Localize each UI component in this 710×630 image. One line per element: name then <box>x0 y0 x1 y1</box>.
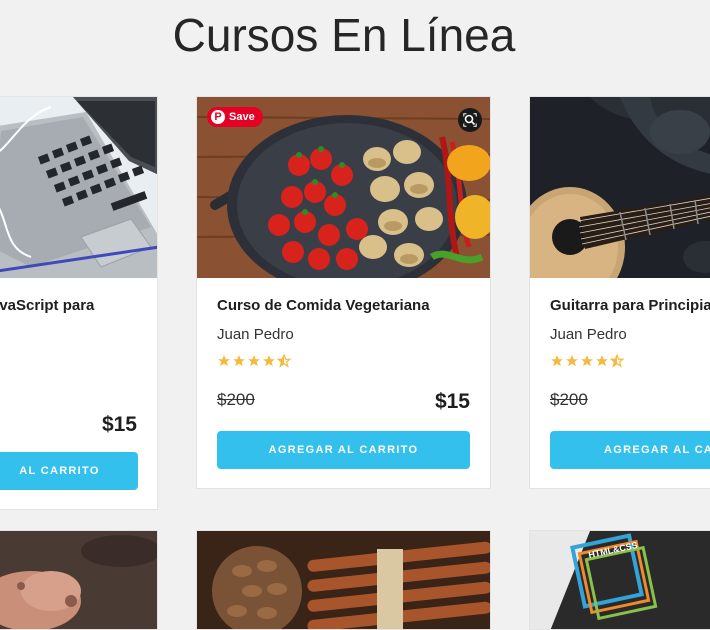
course-card-row2-left[interactable] <box>0 530 158 630</box>
course-card-row2-right[interactable]: HTML&CSS <box>529 530 710 630</box>
course-title[interactable]: Guitarra para Principian <box>550 297 710 314</box>
course-image-hands[interactable] <box>0 531 157 629</box>
page-title: Cursos En Línea <box>172 9 516 61</box>
course-image-laptop[interactable] <box>0 97 157 278</box>
add-to-cart-button[interactable]: AGREGAR AL CARRITO <box>217 431 470 469</box>
rating-stars <box>550 354 624 368</box>
pinterest-save-button[interactable]: P Save <box>207 107 263 127</box>
course-title[interactable]: avaScript para <box>0 297 94 314</box>
pinterest-save-label: Save <box>229 111 255 123</box>
star-icon <box>581 355 593 367</box>
add-to-cart-button[interactable]: AL CARRITO <box>0 452 138 490</box>
course-card-row2-center[interactable] <box>196 530 491 630</box>
course-image-guitar[interactable] <box>530 97 710 278</box>
course-price: $15 <box>101 413 137 436</box>
star-icon <box>263 355 275 367</box>
add-to-cart-button[interactable]: AGREGAR AL CA <box>550 431 710 469</box>
star-half-icon <box>610 354 624 368</box>
visual-search-icon[interactable] <box>458 108 482 132</box>
course-old-price: $200 <box>550 390 588 409</box>
course-card-javascript[interactable]: avaScript para $15 AL CARRITO <box>0 96 158 510</box>
course-image-html-css-book[interactable]: HTML&CSS <box>530 531 710 629</box>
star-icon <box>233 355 245 367</box>
course-image-spices[interactable] <box>197 531 490 629</box>
course-image-vegetables[interactable]: P Save <box>197 97 490 278</box>
pinterest-icon: P <box>211 110 225 124</box>
star-icon <box>551 355 563 367</box>
star-half-icon <box>277 354 291 368</box>
course-author: Juan Pedro <box>550 326 627 343</box>
course-card-guitar[interactable]: Guitarra para Principian Juan Pedro $200… <box>529 96 710 489</box>
star-icon <box>596 355 608 367</box>
course-author: Juan Pedro <box>217 326 294 343</box>
course-card-vegetarian[interactable]: P Save Curso de Comida Vegetariana Juan … <box>196 96 491 489</box>
course-old-price: $200 <box>217 390 255 409</box>
rating-stars <box>217 354 291 368</box>
course-price: $15 <box>434 390 470 413</box>
star-icon <box>566 355 578 367</box>
star-icon <box>218 355 230 367</box>
course-title[interactable]: Curso de Comida Vegetariana <box>217 297 430 314</box>
star-icon <box>248 355 260 367</box>
